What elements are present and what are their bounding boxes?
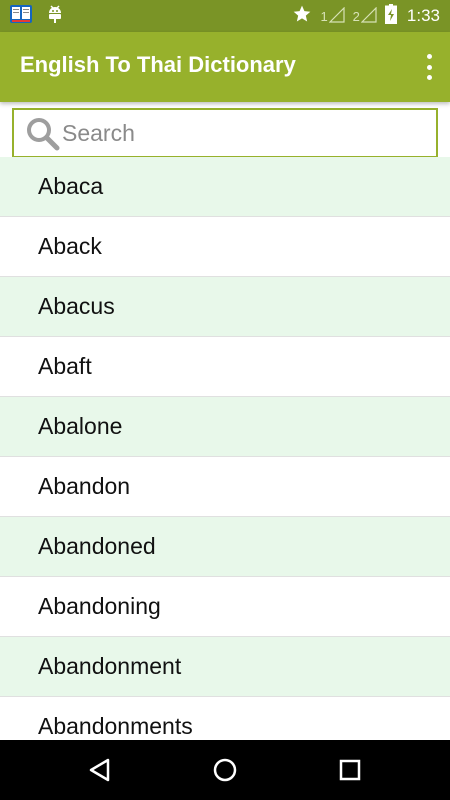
status-time: 1:33 — [406, 6, 440, 25]
navigation-bar — [0, 740, 450, 800]
search-icon — [26, 117, 60, 151]
word-list-item[interactable]: Abaft — [0, 337, 450, 397]
sim2-label: 2 — [352, 8, 360, 24]
word-list: Abaca Aback Abacus Abaft Abalone Abandon… — [0, 157, 450, 740]
status-bar: 1 2 1:33 — [0, 0, 450, 32]
sim1-signal: 1 — [320, 6, 345, 26]
sim2-signal: 2 — [352, 6, 377, 26]
word-list-item[interactable]: Abalone — [0, 397, 450, 457]
signal-1-icon — [328, 6, 345, 26]
notification-icons — [10, 4, 64, 29]
overflow-menu-icon[interactable] — [424, 54, 434, 80]
back-icon[interactable] — [84, 754, 116, 786]
word-list-item[interactable]: Abandoned — [0, 517, 450, 577]
sim1-label: 1 — [320, 8, 328, 24]
screen: 1 2 1:33 English To Thai Dictionary Sear… — [0, 0, 450, 800]
word-list-item[interactable]: Abandonment — [0, 637, 450, 697]
search-input[interactable] — [62, 114, 422, 152]
search-box[interactable] — [12, 108, 438, 158]
word-list-item[interactable]: Abandonments — [0, 697, 450, 740]
system-icons: 1 2 1:33 — [292, 3, 440, 29]
app-title: English To Thai Dictionary — [20, 52, 296, 77]
signal-2-icon — [360, 6, 377, 26]
recents-icon[interactable] — [334, 754, 366, 786]
star-icon — [292, 4, 312, 29]
word-list-item[interactable]: Abacus — [0, 277, 450, 337]
battery-charging-icon — [384, 3, 397, 29]
word-list-item[interactable]: Aback — [0, 217, 450, 277]
android-debug-icon — [46, 4, 64, 29]
word-list-item[interactable]: Abandoning — [0, 577, 450, 637]
word-list-item[interactable]: Abaca — [0, 157, 450, 217]
home-icon[interactable] — [209, 754, 241, 786]
word-list-item[interactable]: Abandon — [0, 457, 450, 517]
dictionary-app-icon — [10, 4, 32, 29]
app-bar: English To Thai Dictionary — [0, 32, 450, 102]
